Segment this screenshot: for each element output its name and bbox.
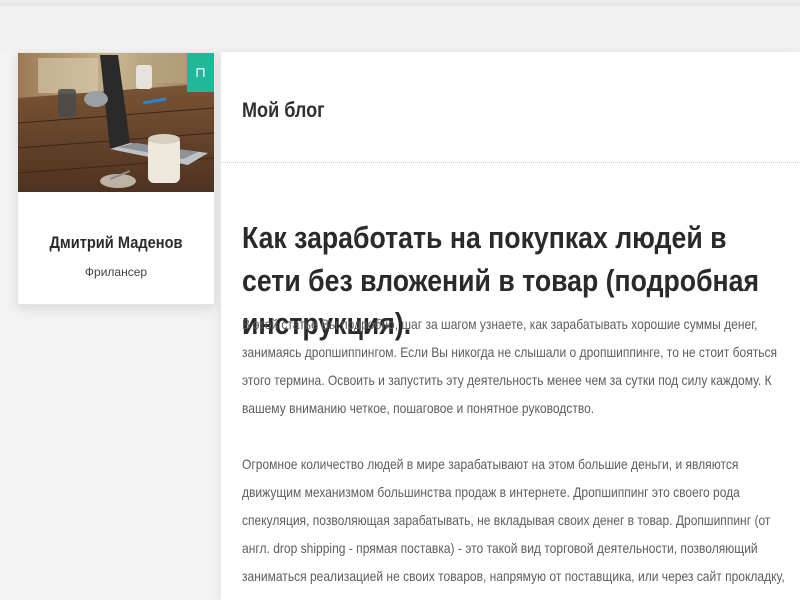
- main-panel: Мой блог Как заработать на покупках люде…: [221, 52, 800, 600]
- blog-title[interactable]: Мой блог: [242, 99, 325, 123]
- article-paragraph: В этой статье Вы подробно, шаг за шагом …: [242, 316, 778, 416]
- header-divider: [221, 162, 800, 163]
- profile-photo: ⊓: [18, 53, 214, 192]
- article-paragraph: Огромное количество людей в мире зарабат…: [242, 456, 785, 584]
- profile-name: Дмитрий Маденов: [49, 233, 183, 252]
- bookmark-icon[interactable]: ⊓: [187, 53, 214, 92]
- profile-role: Фрилансер: [84, 265, 148, 279]
- top-band: [0, 6, 800, 52]
- profile-card: ⊓ Дмитрий Маденов Фрилансер: [17, 52, 215, 305]
- article-body: В этой статье Вы подробно, шаг за шагом …: [242, 310, 792, 600]
